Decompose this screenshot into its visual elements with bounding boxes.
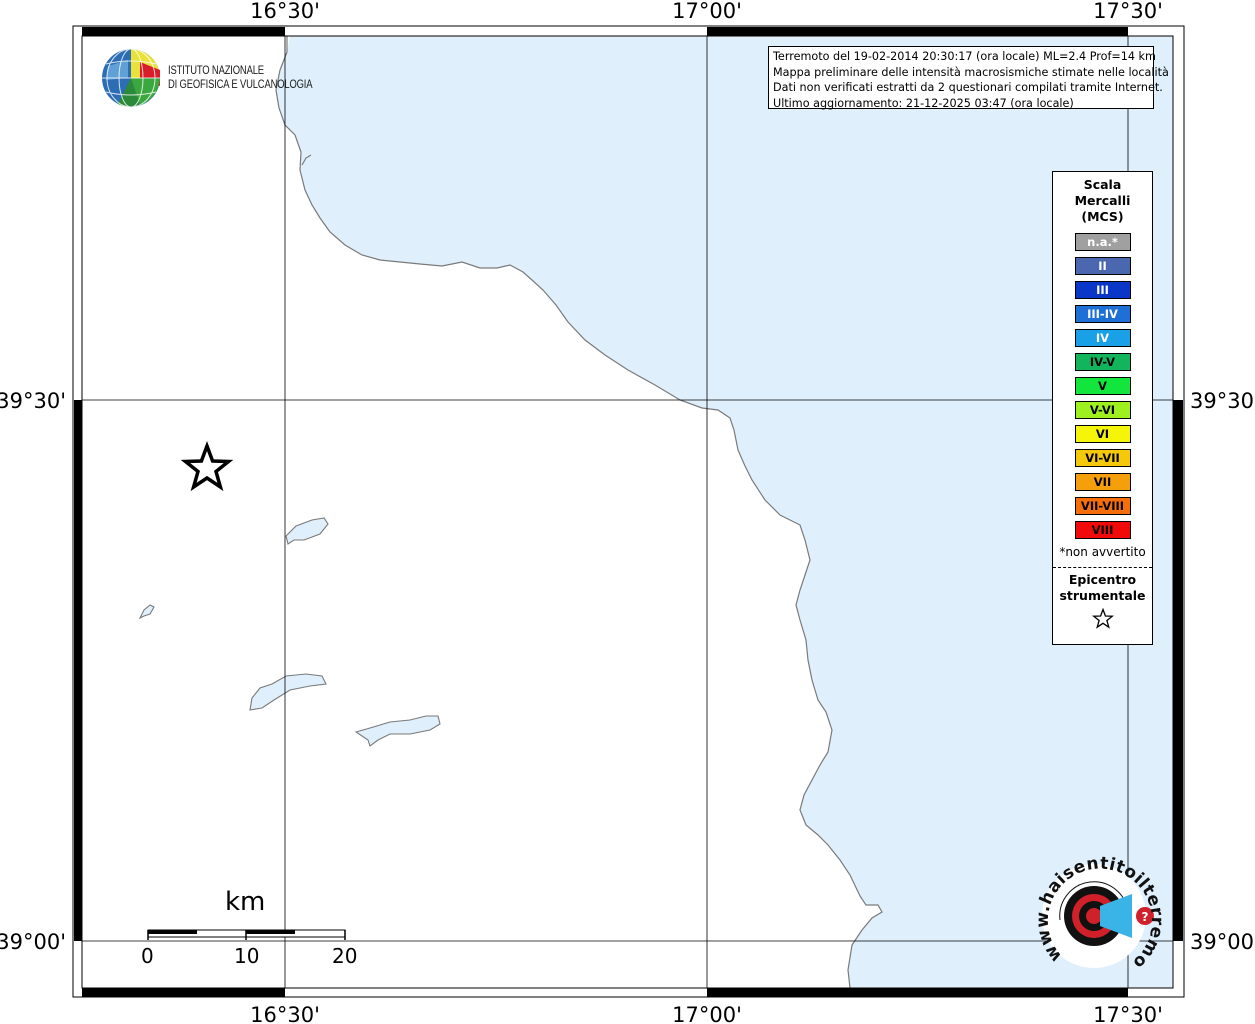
legend-title-line-1: Scala	[1083, 177, 1122, 192]
legend-note: *non avvertito	[1059, 545, 1146, 559]
legend-swatch: VI	[1074, 425, 1131, 443]
legend-swatch: V-VI	[1074, 401, 1131, 419]
tick-left-2: 39°00'	[0, 930, 66, 954]
legend-swatch: II	[1074, 257, 1131, 275]
tick-right-1: 39°30'	[1190, 389, 1255, 413]
legend-swatch: III-IV	[1074, 305, 1131, 323]
legend-swatch: VII-VIII	[1074, 497, 1131, 515]
scale-label-0: 0	[141, 944, 154, 968]
scale-unit: km	[225, 887, 266, 917]
legend-swatch: VII	[1074, 473, 1131, 491]
tick-right-2: 39°00'	[1190, 930, 1255, 954]
event-info-box: Terremoto del 19-02-2014 20:30:17 (ora l…	[768, 46, 1169, 110]
info-line-4: Ultimo aggiornamento: 21-12-2025 03:47 (…	[773, 96, 1074, 110]
epicentre-line-1: Epicentro	[1068, 572, 1137, 587]
tick-bottom-1: 16°30'	[250, 1003, 320, 1024]
epicentre-line-2: strumentale	[1059, 588, 1146, 603]
tick-bottom-2: 17°00'	[672, 1003, 742, 1024]
institute-line-1: ISTITUTO NAZIONALE	[168, 65, 264, 77]
info-line-1: Terremoto del 19-02-2014 20:30:17 (ora l…	[773, 50, 1156, 63]
legend-swatch: III	[1074, 281, 1131, 299]
legend-swatches: n.a.* II III III-IV IV IV-V V V-VI VI VI-VII VII VI…	[1053, 233, 1152, 539]
tick-top-2: 17°00'	[672, 0, 742, 23]
star-icon	[1091, 607, 1114, 629]
ingv-globe-icon	[102, 48, 160, 108]
legend-title-line-2: Mercalli	[1074, 193, 1131, 208]
legend-title-line-3: (MCS)	[1081, 209, 1124, 224]
tick-top-1: 16°30'	[250, 0, 320, 23]
legend-swatch: IV-V	[1074, 353, 1131, 371]
institute-name: ISTITUTO NAZIONALE DI GEOFISICA E VULCAN…	[168, 64, 313, 92]
tick-top-3: 17°30'	[1093, 0, 1163, 23]
tick-bottom-3: 17°30'	[1093, 1003, 1163, 1024]
legend-swatch: VI-VII	[1074, 449, 1131, 467]
epicentre-legend-title: Epicentro strumentale	[1053, 572, 1152, 604]
legend-title: Scala Mercalli (MCS)	[1053, 177, 1152, 225]
legend-separator	[1053, 567, 1152, 568]
legend-swatch: n.a.*	[1074, 233, 1131, 251]
legend-swatch: V	[1074, 377, 1131, 395]
institute-line-2: DI GEOFISICA E VULCANOLOGIA	[168, 79, 313, 91]
epicentre-legend-icon-wrap	[1053, 607, 1152, 634]
legend-swatch: VIII	[1074, 521, 1131, 539]
legend-swatch: IV	[1074, 329, 1131, 347]
scale-label-10: 10	[234, 944, 260, 968]
info-line-3: Dati non verificati estratti da 2 questi…	[773, 81, 1163, 94]
scale-label-20: 20	[332, 944, 358, 968]
mcs-legend: Scala Mercalli (MCS) n.a.* II III III-IV IV I…	[1052, 171, 1153, 645]
info-line-2: Mappa preliminare delle intensità macros…	[773, 65, 1169, 79]
tick-left-1: 39°30'	[0, 389, 66, 413]
